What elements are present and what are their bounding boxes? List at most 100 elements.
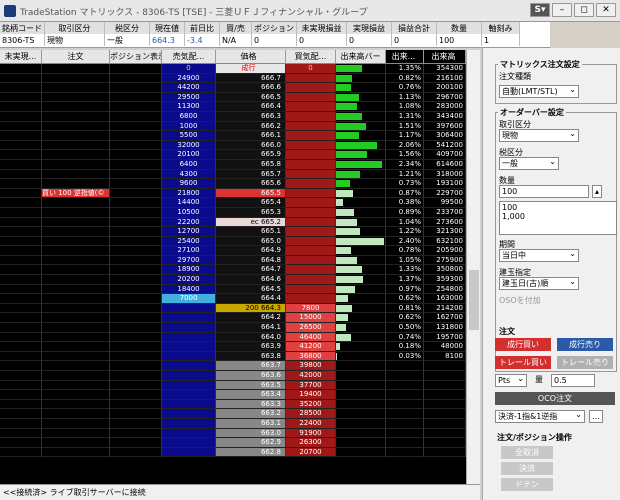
price-row[interactable]: 27100 664.9 0.78% 205900 xyxy=(0,246,466,256)
trail-sell-button[interactable]: トレール売り xyxy=(557,356,613,369)
bid-cell[interactable]: 6800 xyxy=(162,111,216,122)
ask-cell[interactable]: 36800 xyxy=(286,351,336,362)
bid-cell[interactable]: 18900 xyxy=(162,265,216,276)
order-cell[interactable] xyxy=(42,92,110,103)
bid-cell[interactable]: 24900 xyxy=(162,73,216,84)
price-row[interactable]: 663.7 39800 xyxy=(0,361,466,371)
price-cell[interactable]: 664.7 xyxy=(216,265,286,276)
price-row[interactable]: 18400 664.5 0.97% 254800 xyxy=(0,284,466,295)
position-cell[interactable] xyxy=(110,131,162,141)
ask-cell[interactable] xyxy=(286,92,336,103)
price-row[interactable]: 25400 665.0 2.40% 632100 xyxy=(0,236,466,247)
position-cell[interactable] xyxy=(110,275,162,285)
order-cell[interactable] xyxy=(42,342,110,352)
ask-cell[interactable]: 20700 xyxy=(286,447,336,458)
price-cell[interactable]: 665.0 xyxy=(216,236,286,247)
price-row[interactable]: 664.1 26500 0.50% 131800 xyxy=(0,323,466,333)
ask-cell[interactable] xyxy=(286,207,336,218)
order-type-select[interactable]: 自動(LMT/STL) xyxy=(499,84,579,98)
position-cell[interactable] xyxy=(110,236,162,247)
price-row[interactable]: 20100 665.9 1.56% 409700 xyxy=(0,150,466,160)
order-cell[interactable] xyxy=(42,207,110,218)
order-cell[interactable] xyxy=(42,198,110,208)
trail-buy-button[interactable]: トレール買い xyxy=(495,356,551,369)
price-cell[interactable]: 663.0 xyxy=(216,428,286,439)
price-row[interactable]: 663.1 22400 xyxy=(0,418,466,429)
bid-cell[interactable] xyxy=(162,399,216,410)
position-cell[interactable] xyxy=(110,447,162,458)
bid-cell[interactable]: 20200 xyxy=(162,275,216,285)
order-cell[interactable] xyxy=(42,399,110,410)
position-cell[interactable] xyxy=(110,380,162,391)
tate-select[interactable]: 建玉日(古)順 xyxy=(499,276,579,290)
price-cell[interactable]: 663.9 xyxy=(216,342,286,352)
price-cell[interactable]: 664.2 xyxy=(216,313,286,324)
price-cell[interactable]: 663.5 xyxy=(216,380,286,391)
position-cell[interactable] xyxy=(110,102,162,112)
ask-cell[interactable] xyxy=(286,169,336,180)
position-cell[interactable] xyxy=(110,73,162,84)
order-cell[interactable] xyxy=(42,284,110,295)
price-row[interactable]: 7000 664.4 0.62% 163000 xyxy=(0,294,466,304)
price-row[interactable]: 663.8 36800 0.03% 8100 xyxy=(0,351,466,362)
grid-header-cell[interactable]: 出来... xyxy=(386,50,424,63)
position-cell[interactable] xyxy=(110,255,162,266)
order-cell[interactable] xyxy=(42,438,110,448)
price-cell[interactable]: 664.6 xyxy=(216,275,286,285)
order-cell[interactable] xyxy=(42,351,110,362)
price-row[interactable]: 663.9 41200 0.18% 48000 xyxy=(0,342,466,352)
price-row[interactable]: 0 成行 0 1.35% 354300 xyxy=(0,64,466,74)
price-row[interactable]: 662.8 20700 xyxy=(0,447,466,458)
ask-cell[interactable] xyxy=(286,198,336,208)
bid-cell[interactable]: 25400 xyxy=(162,236,216,247)
position-cell[interactable] xyxy=(110,217,162,228)
bid-cell[interactable]: 6400 xyxy=(162,159,216,170)
price-row[interactable]: 200 664.3 7800 0.81% 214200 xyxy=(0,303,466,314)
bid-cell[interactable]: 20100 xyxy=(162,150,216,160)
bid-cell[interactable] xyxy=(162,313,216,324)
order-cell[interactable] xyxy=(42,418,110,429)
ask-cell[interactable] xyxy=(286,150,336,160)
position-cell[interactable] xyxy=(110,64,162,74)
order-cell[interactable] xyxy=(42,409,110,419)
bid-cell[interactable]: 9600 xyxy=(162,179,216,189)
ask-cell[interactable]: 26500 xyxy=(286,323,336,333)
position-cell[interactable] xyxy=(110,418,162,429)
bid-cell[interactable] xyxy=(162,380,216,391)
price-cell[interactable]: 663.6 xyxy=(216,371,286,381)
position-cell[interactable] xyxy=(110,323,162,333)
price-row[interactable]: 1000 666.2 1.51% 397600 xyxy=(0,121,466,132)
ask-cell[interactable]: 39800 xyxy=(286,361,336,371)
position-cell[interactable] xyxy=(110,351,162,362)
quantity-presets-list[interactable]: 100 1,000 xyxy=(499,201,617,235)
price-row[interactable]: 6800 666.3 1.31% 343400 xyxy=(0,111,466,122)
price-row[interactable]: 662.9 26300 xyxy=(0,438,466,448)
symbol-value-cell[interactable]: 100 xyxy=(436,34,482,46)
grid-header-cell[interactable]: 出来高バー xyxy=(336,50,386,63)
order-cell[interactable] xyxy=(42,131,110,141)
position-cell[interactable] xyxy=(110,121,162,132)
order-cell[interactable] xyxy=(42,313,110,324)
bid-cell[interactable]: 32000 xyxy=(162,140,216,151)
bid-cell[interactable]: 10500 xyxy=(162,207,216,218)
order-cell[interactable] xyxy=(42,447,110,458)
position-cell[interactable] xyxy=(110,169,162,180)
position-cell[interactable] xyxy=(110,284,162,295)
position-cell[interactable] xyxy=(110,83,162,93)
symbol-value-cell[interactable]: 現物 xyxy=(44,34,105,46)
price-row[interactable]: 18900 664.7 1.33% 350800 xyxy=(0,265,466,276)
position-cell[interactable] xyxy=(110,313,162,324)
price-cell[interactable]: 664.9 xyxy=(216,246,286,256)
ask-cell[interactable]: 15000 xyxy=(286,313,336,324)
list-item[interactable]: 100 xyxy=(502,203,614,212)
ask-cell[interactable] xyxy=(286,284,336,295)
price-cell[interactable]: 664.5 xyxy=(216,284,286,295)
ask-cell[interactable] xyxy=(286,83,336,93)
price-row[interactable]: 44200 666.6 0.76% 200100 xyxy=(0,83,466,93)
bid-cell[interactable] xyxy=(162,351,216,362)
position-cell[interactable] xyxy=(110,294,162,304)
account-menu-button[interactable]: S▾ xyxy=(530,3,550,17)
price-row[interactable]: 663.2 28500 xyxy=(0,409,466,419)
order-cell[interactable] xyxy=(42,227,110,237)
ask-cell[interactable]: 91900 xyxy=(286,428,336,439)
